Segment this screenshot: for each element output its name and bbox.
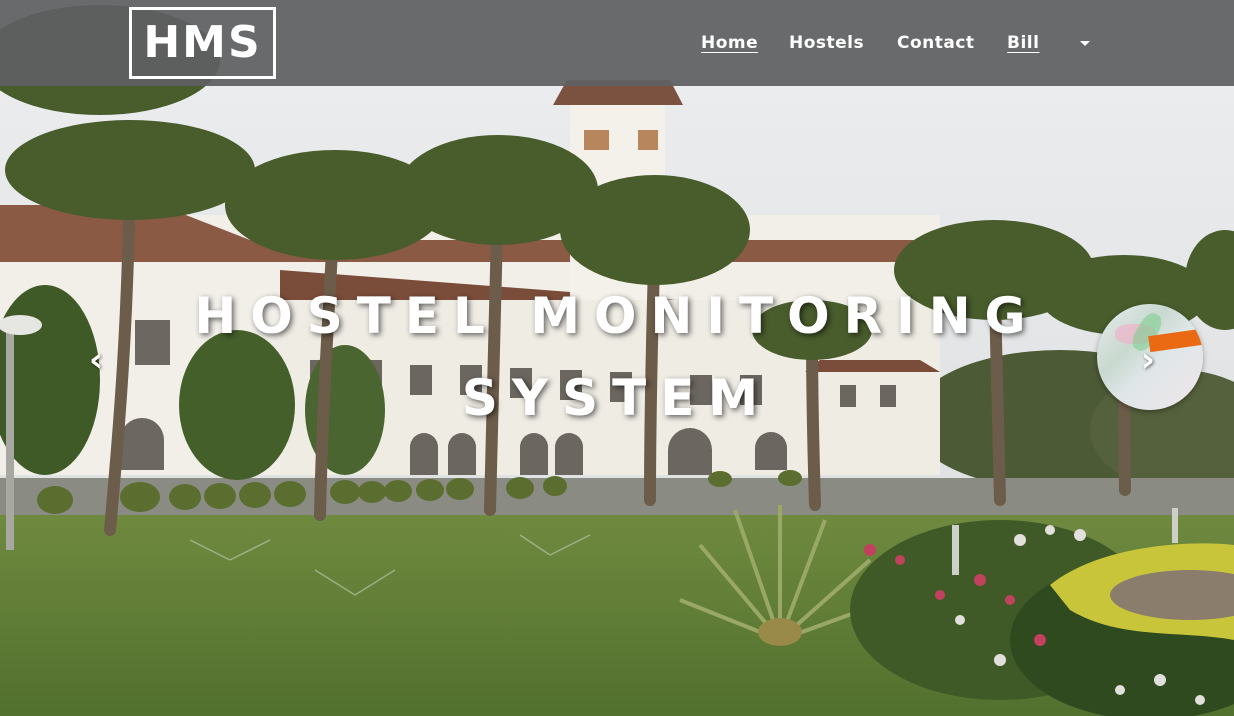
nav-item-contact[interactable]: Contact [897,33,975,53]
brand-logo[interactable]: HMS [129,7,276,79]
caret-down-icon[interactable] [1080,41,1090,46]
hero-caption: HOSTEL MONITORING SYSTEM [130,275,1104,439]
nav-item-hostels[interactable]: Hostels [789,33,864,53]
hero-caption-line1: HOSTEL MONITORING [194,287,1040,345]
top-navbar: HMS Home Hostels Contact Bill [0,0,1234,86]
hero-caption-line2: SYSTEM [461,369,773,427]
chevron-left-icon[interactable]: ‹ [76,340,116,380]
chevron-right-icon[interactable]: › [1128,340,1168,380]
nav-item-home[interactable]: Home [701,33,758,53]
nav-item-bill[interactable]: Bill [1007,33,1039,53]
